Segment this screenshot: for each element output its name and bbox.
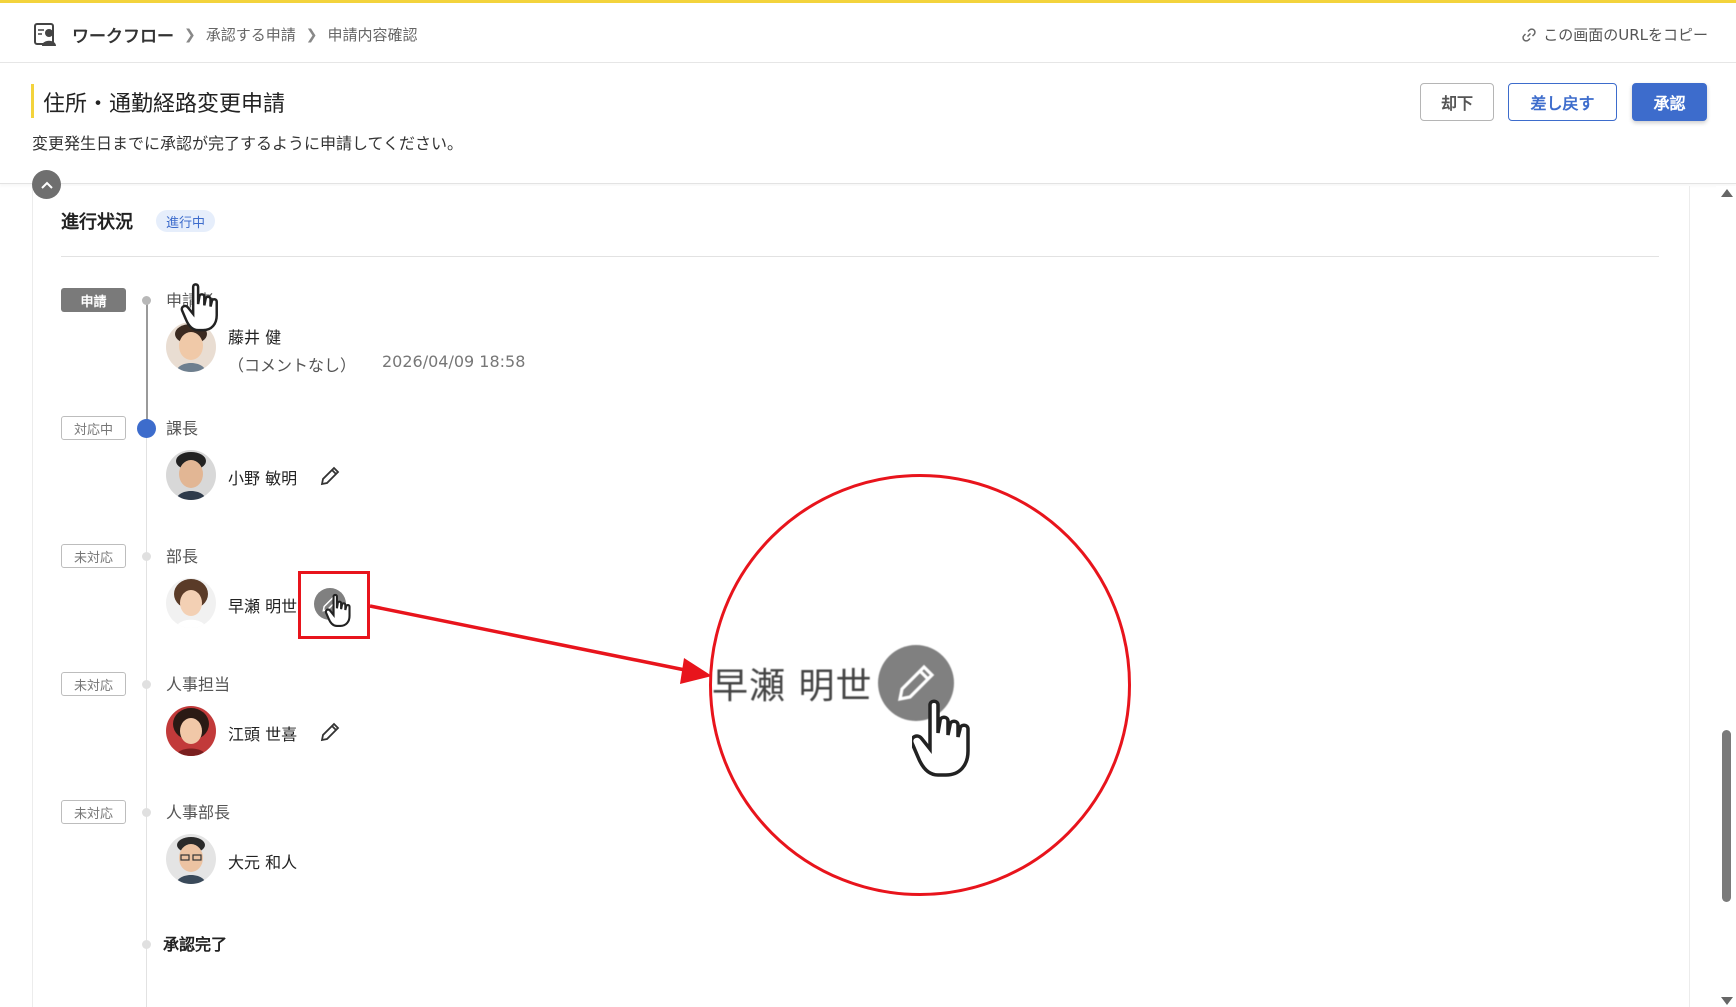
hand-cursor-icon bbox=[180, 283, 218, 332]
chevron-up-icon bbox=[40, 181, 53, 189]
annotation-overlay bbox=[180, 283, 712, 684]
workflow-page: ワークフロー ❯ 承認する申請 ❯ 申請内容確認 この画面のURLをコピー 住所… bbox=[0, 0, 1736, 1007]
collapse-button[interactable] bbox=[32, 170, 61, 199]
annotation-arrowhead bbox=[680, 658, 712, 684]
annotation-arrow-line bbox=[369, 604, 691, 673]
hand-cursor-icon bbox=[324, 593, 351, 627]
